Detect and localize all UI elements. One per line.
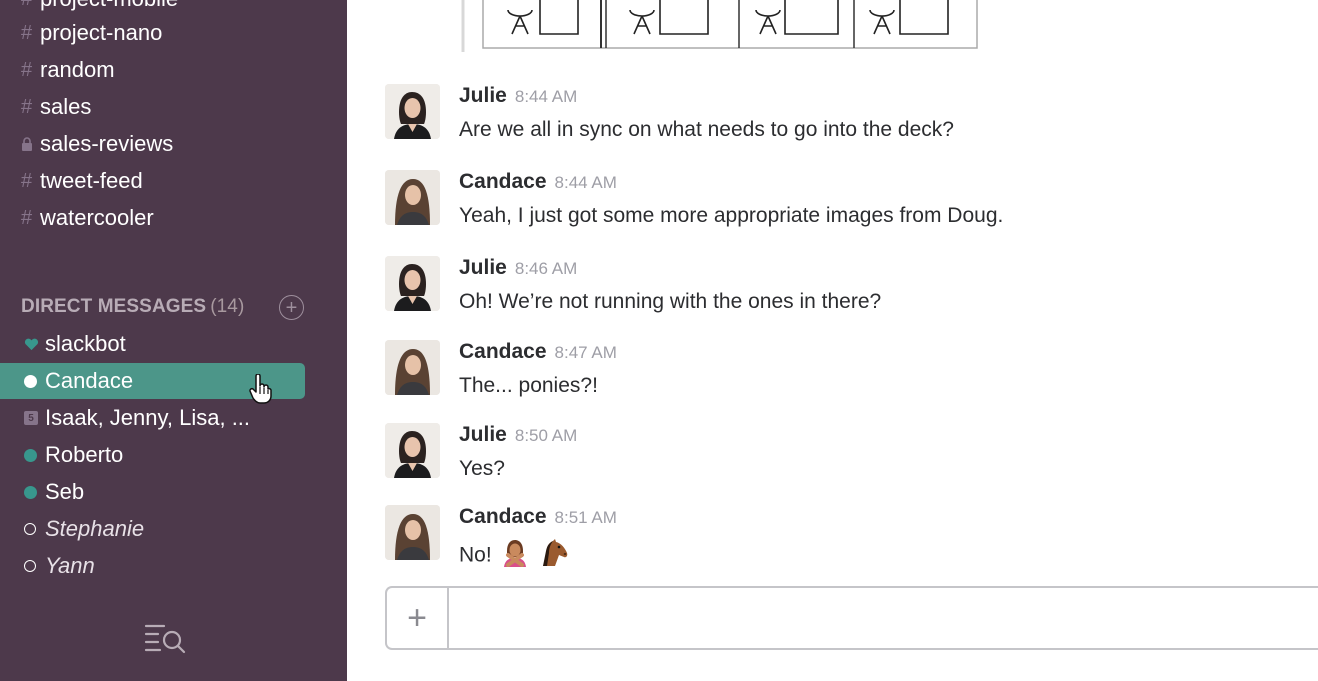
message-timestamp[interactable]: 8:44 AM <box>515 87 577 106</box>
message-author[interactable]: Julie 8:50 AM <box>459 423 577 447</box>
message-text: The... ponies?! <box>459 374 598 397</box>
avatar[interactable] <box>385 340 440 395</box>
channel-sales-reviews[interactable]: sales-reviews <box>21 129 173 159</box>
lock-icon <box>21 137 40 151</box>
dm-seb[interactable]: Seb <box>0 474 305 510</box>
channel-tweet-feed[interactable]: # tweet-feed <box>21 166 143 196</box>
message-composer: + <box>385 586 1318 650</box>
message-input[interactable] <box>451 588 1318 648</box>
avatar[interactable] <box>385 256 440 311</box>
message-item: Candace 8:44 AM Yeah, I just got some mor… <box>385 170 1285 250</box>
message-timestamp[interactable]: 8:51 AM <box>555 508 617 527</box>
presence-away-icon <box>24 523 45 535</box>
hash-icon: # <box>21 0 40 11</box>
message-timestamp[interactable]: 8:47 AM <box>555 343 617 362</box>
channel-project-mobile[interactable]: # project-mobile <box>21 0 178 14</box>
channel-random[interactable]: # random <box>21 55 115 85</box>
message-item: Candace 8:47 AM The... ponies?! <box>385 340 1285 420</box>
channel-sales[interactable]: # sales <box>21 92 91 122</box>
avatar[interactable] <box>385 170 440 225</box>
message-timestamp[interactable]: 8:50 AM <box>515 426 577 445</box>
channel-label: random <box>40 57 115 82</box>
channel-project-nano[interactable]: # project-nano <box>21 18 162 48</box>
message-item: Julie 8:44 AM Are we all in sync on what … <box>385 84 1285 164</box>
hash-icon: # <box>21 206 33 229</box>
presence-online-icon <box>24 485 45 499</box>
message-text: Yes? <box>459 457 505 480</box>
hash-icon: # <box>21 95 33 118</box>
message-text-row: No! <box>459 539 569 573</box>
dm-roberto[interactable]: Roberto <box>0 437 305 473</box>
message-item: Candace 8:51 AM No! <box>385 505 1285 585</box>
message-text: Oh! We’re not running with the ones in t… <box>459 290 882 313</box>
message-author[interactable]: Candace 8:51 AM <box>459 505 617 529</box>
dm-label: Seb <box>45 479 85 504</box>
channel-label: project-nano <box>40 20 163 45</box>
hash-icon: # <box>21 58 33 81</box>
add-direct-message-icon[interactable]: + <box>279 295 304 320</box>
dm-yann[interactable]: Yann <box>0 548 305 584</box>
message-text: Yeah, I just got some more appropriate i… <box>459 204 1004 227</box>
avatar[interactable] <box>385 423 440 478</box>
channel-label: sales-reviews <box>40 131 174 156</box>
channel-label: project-mobile <box>40 0 178 12</box>
dm-label: Roberto <box>45 442 124 467</box>
channel-label: tweet-feed <box>40 168 143 193</box>
hash-icon: # <box>21 21 33 44</box>
presence-online-icon <box>24 374 45 388</box>
presence-away-icon <box>24 560 45 572</box>
shared-image-attachment[interactable] <box>460 0 980 52</box>
channel-label: sales <box>40 94 92 119</box>
avatar[interactable] <box>385 505 440 560</box>
person-gesturing-no-emoji-icon <box>502 539 528 573</box>
attach-plus-button[interactable]: + <box>387 588 449 648</box>
message-timestamp[interactable]: 8:44 AM <box>555 173 617 192</box>
message-author[interactable]: Candace 8:47 AM <box>459 340 617 364</box>
message-text: Are we all in sync on what needs to go i… <box>459 118 954 141</box>
dm-label: Candace <box>45 368 134 393</box>
dm-label: Isaak, Jenny, Lisa, ... <box>45 405 251 430</box>
channel-label: watercooler <box>40 205 154 230</box>
dm-label: Yann <box>45 553 95 578</box>
message-author[interactable]: Candace 8:44 AM <box>459 170 617 194</box>
channel-watercooler[interactable]: # watercooler <box>21 203 154 233</box>
dm-stephanie[interactable]: Stephanie <box>0 511 305 547</box>
message-author[interactable]: Julie 8:44 AM <box>459 84 577 108</box>
dm-slackbot[interactable]: slackbot <box>0 326 305 362</box>
message-text: No! <box>459 543 492 567</box>
sidebar: # project-mobile # project-nano # random… <box>0 0 347 681</box>
horse-face-emoji-icon <box>537 539 569 573</box>
message-pane: Julie 8:44 AM Are we all in sync on what … <box>347 0 1318 681</box>
direct-messages-title: DIRECT MESSAGES <box>21 296 207 317</box>
message-item: Julie 8:46 AM Oh! We’re not running with … <box>385 256 1285 336</box>
avatar[interactable] <box>385 84 440 139</box>
direct-messages-header[interactable]: DIRECT MESSAGES (14) <box>21 293 244 321</box>
message-author[interactable]: Julie 8:46 AM <box>459 256 577 280</box>
hand-cursor-icon <box>249 373 273 409</box>
message-item: Julie 8:50 AM Yes? <box>385 423 1285 503</box>
dm-label: slackbot <box>45 331 126 356</box>
group-count-icon: 5 <box>24 411 45 425</box>
dm-label: Stephanie <box>45 516 145 541</box>
channel-search-icon[interactable] <box>144 622 188 659</box>
presence-online-icon <box>24 448 45 462</box>
hash-icon: # <box>21 169 33 192</box>
direct-messages-count: (14) <box>210 296 245 317</box>
heart-icon <box>24 338 45 351</box>
message-timestamp[interactable]: 8:46 AM <box>515 259 577 278</box>
